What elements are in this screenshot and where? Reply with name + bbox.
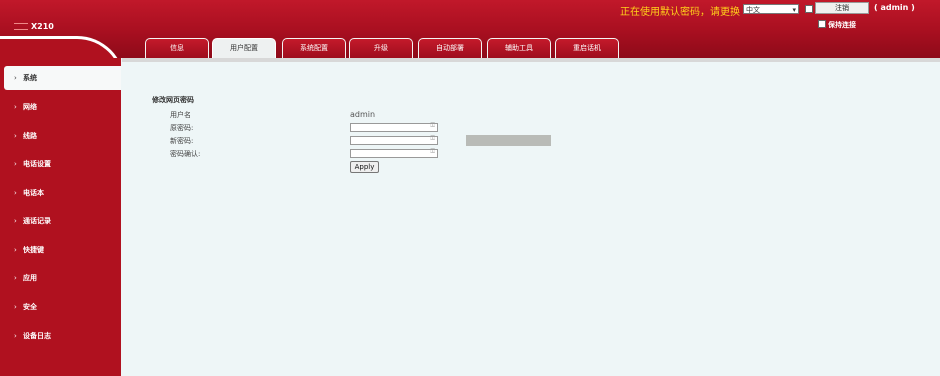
language-value: 中文 xyxy=(746,6,760,14)
sidebar-item-label: 通话记录 xyxy=(23,217,51,225)
chevron-right-icon: › xyxy=(14,332,17,340)
current-user: ( admin ) xyxy=(874,3,915,12)
chevron-right-icon: › xyxy=(14,303,17,311)
sidebar-item-label: 网络 xyxy=(23,103,37,111)
chevron-right-icon: › xyxy=(14,246,17,254)
sidebar-item-system[interactable]: › 系统 xyxy=(4,66,121,90)
logout-button[interactable]: 注销 xyxy=(815,2,869,14)
logo-lines-icon xyxy=(14,23,28,30)
sidebar-item-hotkeys[interactable]: › 快捷键 xyxy=(0,238,121,262)
default-password-notice: 正在使用默认密码，请更换 xyxy=(620,7,740,18)
keep-connected-label: 保持连接 xyxy=(828,21,856,29)
confirm-password-input[interactable]: ⚿ xyxy=(350,148,438,158)
old-password-label: 原密码: xyxy=(170,124,194,132)
sidebar-item-lines[interactable]: › 线路 xyxy=(0,124,121,148)
tab-info[interactable]: 信息 xyxy=(145,38,209,58)
old-password-input[interactable]: ⚿ xyxy=(350,122,438,132)
logo: X210 xyxy=(14,22,54,31)
sidebar-item-label: 线路 xyxy=(23,132,37,140)
chevron-right-icon: › xyxy=(14,217,17,225)
apply-button[interactable]: Apply xyxy=(350,161,379,173)
username-value: admin xyxy=(350,110,376,119)
key-icon: ⚿ xyxy=(430,148,435,155)
sidebar-item-apps[interactable]: › 应用 xyxy=(0,266,121,290)
sidebar-item-call-log[interactable]: › 通话记录 xyxy=(0,209,121,233)
language-select[interactable]: 中文 ▾ xyxy=(743,4,799,14)
chevron-right-icon: › xyxy=(14,274,17,282)
key-icon: ⚿ xyxy=(430,135,435,142)
sidebar: › 系统 › 网络 › 线路 › 电话设置 › 电话本 › 通话记录 › 快捷键 › 应用 › 安… xyxy=(0,58,121,376)
sidebar-item-phonebook[interactable]: › 电话本 xyxy=(0,181,121,205)
checkbox[interactable] xyxy=(805,5,813,13)
sidebar-item-label: 系统 xyxy=(23,74,37,82)
logo-text: X210 xyxy=(31,22,54,31)
password-strength-bar xyxy=(466,135,551,146)
chevron-right-icon: › xyxy=(14,132,17,140)
keep-connected-checkbox[interactable] xyxy=(818,20,826,28)
tab-tools[interactable]: 辅助工具 xyxy=(487,38,551,58)
sidebar-item-phone-settings[interactable]: › 电话设置 xyxy=(0,152,121,176)
tab-auto-provision[interactable]: 自动部署 xyxy=(418,38,482,58)
tab-upgrade[interactable]: 升级 xyxy=(349,38,413,58)
username-label: 用户名 xyxy=(170,111,191,119)
sidebar-item-label: 快捷键 xyxy=(23,246,44,254)
sidebar-item-label: 应用 xyxy=(23,274,37,282)
tab-reboot[interactable]: 重启话机 xyxy=(555,38,619,58)
chevron-right-icon: › xyxy=(14,189,17,197)
tab-system-config[interactable]: 系统配置 xyxy=(282,38,346,58)
sidebar-item-label: 电话本 xyxy=(23,189,44,197)
header-bar: X210 正在使用默认密码，请更换 中文 ▾ 注销 ( admin ) 保持连接… xyxy=(0,0,940,58)
header-arc xyxy=(0,36,125,58)
chevron-right-icon: › xyxy=(14,160,17,168)
main-content xyxy=(122,62,940,376)
new-password-input[interactable]: ⚿ xyxy=(350,135,438,145)
section-title: 修改网页密码 xyxy=(152,96,194,104)
key-icon: ⚿ xyxy=(430,122,435,129)
chevron-right-icon: › xyxy=(14,103,17,111)
new-password-label: 新密码: xyxy=(170,137,194,145)
sidebar-item-security[interactable]: › 安全 xyxy=(0,295,121,319)
chevron-right-icon: › xyxy=(14,74,17,82)
chevron-down-icon: ▾ xyxy=(792,6,796,14)
sidebar-item-network[interactable]: › 网络 xyxy=(0,95,121,119)
confirm-password-label: 密码确认: xyxy=(170,150,201,158)
sidebar-item-device-log[interactable]: › 设备日志 xyxy=(0,324,121,348)
tab-user-config[interactable]: 用户配置 xyxy=(212,38,276,58)
sidebar-item-label: 安全 xyxy=(23,303,37,311)
sidebar-item-label: 电话设置 xyxy=(23,160,51,168)
sidebar-item-label: 设备日志 xyxy=(23,332,51,340)
